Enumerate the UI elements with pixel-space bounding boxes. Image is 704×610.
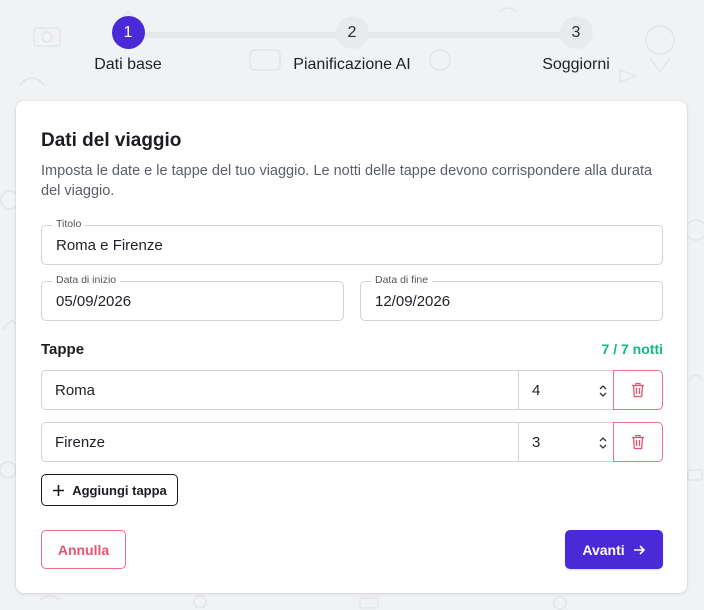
end-date-value: 12/09/2026: [375, 293, 451, 310]
step-soggiorni[interactable]: 3 Soggiorni: [476, 16, 676, 74]
step-number: 1: [111, 16, 145, 49]
start-date-label: Data di inizio: [52, 274, 121, 286]
cancel-label: Annulla: [57, 541, 110, 558]
step-number: 2: [335, 16, 369, 49]
step-label: Soggiorni: [542, 56, 610, 73]
trip-data-card: Dati del viaggio Imposta le date e le ta…: [16, 101, 687, 593]
delete-stage-button[interactable]: [613, 422, 663, 462]
step-number: 3: [559, 16, 593, 49]
step-dati-base[interactable]: 1 Dati base: [28, 16, 228, 74]
start-date-value: 05/09/2026: [56, 293, 132, 310]
end-date-field[interactable]: Data di fine 12/09/2026: [360, 274, 663, 321]
add-stage-button[interactable]: Aggiungi tappa: [41, 474, 178, 506]
stage-name-input[interactable]: Firenze: [41, 422, 519, 462]
next-label: Avanti: [582, 541, 625, 558]
stage-name-value: Firenze: [55, 434, 106, 451]
delete-stage-button[interactable]: [613, 370, 663, 410]
title-field[interactable]: Titolo Roma e Firenze: [41, 218, 663, 265]
card-title: Dati del viaggio: [41, 130, 182, 151]
trash-icon: [632, 434, 644, 450]
stage-row: Firenze 3: [41, 422, 663, 462]
add-stage-label: Aggiungi tappa: [72, 482, 167, 498]
stages-heading: Tappe: [41, 341, 85, 358]
stepper: 1 Dati base 2 Pianificazione AI 3 Soggio…: [0, 16, 704, 86]
step-label: Dati base: [94, 56, 162, 73]
cancel-button[interactable]: Annulla: [41, 530, 126, 569]
stage-nights-input[interactable]: 4: [518, 370, 614, 410]
stage-name-input[interactable]: Roma: [41, 370, 519, 410]
title-field-value: Roma e Firenze: [56, 237, 163, 254]
stage-nights-value: 4: [532, 382, 541, 399]
stage-name-value: Roma: [55, 382, 96, 399]
stage-nights-input[interactable]: 3: [518, 422, 614, 462]
card-description: Imposta le date e le tappe del tuo viagg…: [41, 163, 653, 199]
plus-icon: [53, 484, 65, 496]
title-field-label: Titolo: [52, 218, 86, 230]
arrow-right-icon: [633, 544, 645, 555]
step-label: Pianificazione AI: [293, 56, 411, 73]
nights-summary: 7 / 7 notti: [601, 341, 663, 357]
step-pianificazione-ai[interactable]: 2 Pianificazione AI: [252, 16, 452, 74]
stage-row: Roma 4: [41, 370, 663, 410]
up-down-chevron-icon[interactable]: [598, 381, 608, 401]
trash-icon: [632, 382, 644, 398]
end-date-label: Data di fine: [371, 274, 433, 286]
next-button[interactable]: Avanti: [565, 530, 663, 569]
start-date-field[interactable]: Data di inizio 05/09/2026: [41, 274, 344, 321]
stage-nights-value: 3: [532, 434, 541, 451]
up-down-chevron-icon[interactable]: [598, 433, 608, 453]
